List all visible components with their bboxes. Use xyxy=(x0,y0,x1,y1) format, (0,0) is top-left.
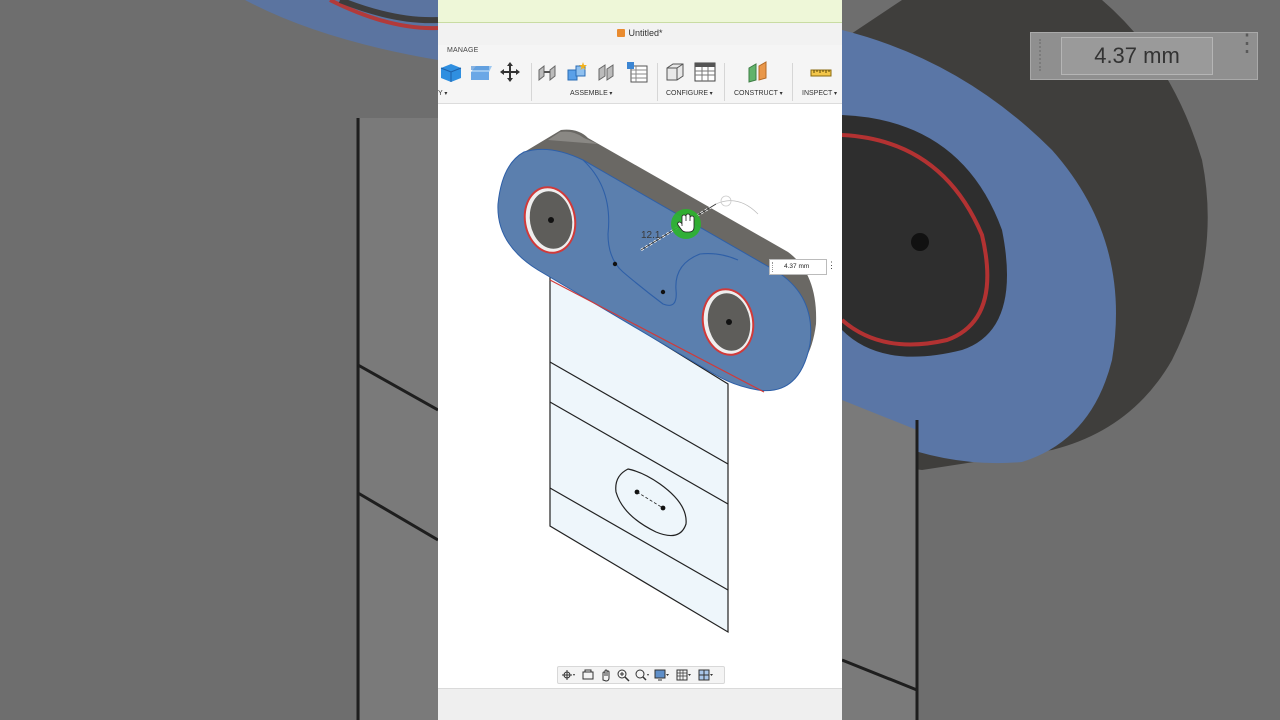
sketch-dimension-text: 12.1 xyxy=(641,230,661,241)
status-bar xyxy=(438,688,842,720)
construct-plane-icon[interactable] xyxy=(746,60,770,84)
title-bar: Untitled* xyxy=(438,23,842,45)
left-hole-center xyxy=(548,217,554,223)
sketch-point xyxy=(660,289,666,295)
group-label-assemble[interactable]: ASSEMBLE xyxy=(570,90,612,97)
document-title: Untitled* xyxy=(438,28,842,38)
zoomed-dimension-input: 4.37 mm ⋮ xyxy=(1030,30,1259,80)
notification-banner xyxy=(438,0,842,23)
look-at-icon[interactable] xyxy=(580,668,596,682)
extrude-box-icon[interactable] xyxy=(468,60,492,84)
left-background-art xyxy=(0,0,438,720)
toolbar-separator xyxy=(724,63,725,101)
joint-icon[interactable] xyxy=(536,60,560,84)
navigation-bar xyxy=(557,666,725,684)
move-icon[interactable] xyxy=(498,60,522,84)
fusion-app-window: Untitled* MANAGE Y ASSEMBLE xyxy=(438,0,842,720)
left-zoomed-background xyxy=(0,0,438,720)
group-label-configure[interactable]: CONFIGURE xyxy=(666,90,713,97)
viewports-icon[interactable] xyxy=(698,668,714,682)
sketch-point xyxy=(612,261,618,267)
right-zoomed-background xyxy=(842,0,1280,720)
rigid-group-icon[interactable] xyxy=(595,60,619,84)
configure-icon[interactable] xyxy=(663,60,687,84)
group-label-partial[interactable]: Y xyxy=(438,90,447,97)
dimension-drag-grip[interactable] xyxy=(772,262,777,272)
pan-icon[interactable] xyxy=(598,668,614,682)
dimension-input-value[interactable]: 4.37 mm xyxy=(784,260,809,274)
right-background-art xyxy=(842,0,1280,720)
document-title-text: Untitled* xyxy=(628,28,663,38)
measure-icon[interactable] xyxy=(809,60,833,84)
group-label-construct[interactable]: CONSTRUCT xyxy=(734,90,783,97)
configure-table-icon[interactable] xyxy=(693,60,717,84)
orbit-icon[interactable] xyxy=(560,668,576,682)
toolbar-separator xyxy=(531,63,532,101)
toolbar-separator xyxy=(792,63,793,101)
tab-manage[interactable]: MANAGE xyxy=(447,47,479,54)
model-canvas: 12.1 xyxy=(497,129,817,634)
design-toolbar: MANAGE Y ASSEMBLE xyxy=(438,45,842,104)
zoom-icon[interactable] xyxy=(616,668,632,682)
toolbar-separator xyxy=(657,63,658,101)
display-settings-icon[interactable] xyxy=(654,668,670,682)
dimension-input-box[interactable]: 4.37 mm xyxy=(769,259,827,275)
zoomed-more-icon: ⋮ xyxy=(1235,30,1259,57)
dimension-more-icon[interactable]: ⋮ xyxy=(827,259,836,273)
grid-icon[interactable] xyxy=(676,668,692,682)
design-viewport[interactable]: 12.1 4.37 mm ⋮ xyxy=(438,104,842,688)
zoom-window-icon[interactable] xyxy=(634,668,650,682)
as-built-joint-icon[interactable] xyxy=(565,60,589,84)
table-icon[interactable] xyxy=(625,60,649,84)
dimension-leader xyxy=(715,200,759,215)
document-cube-icon xyxy=(617,29,626,37)
zoomed-drag-grip xyxy=(1039,39,1055,71)
group-label-inspect[interactable]: INSPECT xyxy=(802,90,837,97)
new-component-icon[interactable] xyxy=(439,60,463,84)
zoomed-dimension-value: 4.37 mm xyxy=(1061,37,1213,75)
right-hole-center xyxy=(726,319,732,325)
